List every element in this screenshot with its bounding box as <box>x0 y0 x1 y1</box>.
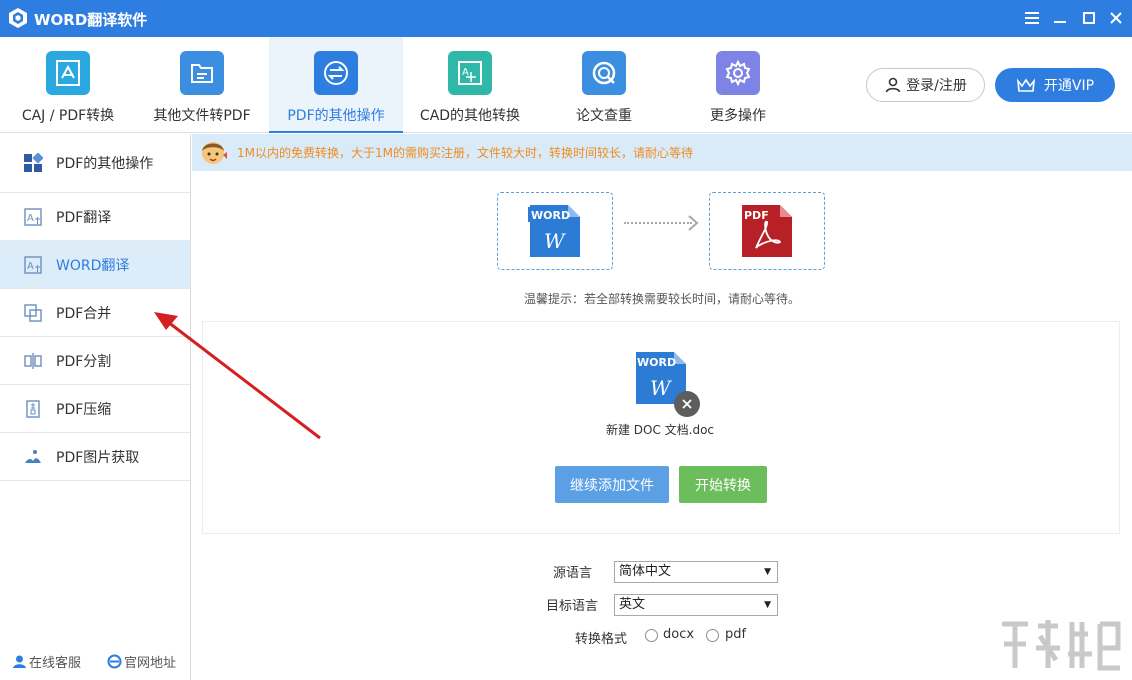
nav-label: CAD的其他转换 <box>403 105 537 125</box>
sidebar-item-label: PDF分割 <box>56 351 111 371</box>
nav-thesis-check[interactable]: 论文查重 <box>537 37 671 133</box>
nav-pdf-other[interactable]: PDF的其他操作 <box>269 37 403 133</box>
nav-label: CAJ / PDF转换 <box>1 105 135 125</box>
svg-text:A: A <box>27 261 34 272</box>
notice-text: 1M以内的免费转换，大于1M的需购买注册，文件较大时，转换时间较长，请耐心等待 <box>237 144 693 161</box>
format-label: 转换格式 <box>575 628 627 647</box>
pdf-file-icon: PDF <box>740 204 794 258</box>
maximize-icon <box>1083 12 1095 24</box>
tip-text: 温馨提示：若全部转换需要较长时间，请耐心等待。 <box>192 290 1132 307</box>
word-file-icon: WORD W <box>528 204 582 258</box>
sidebar-item-label: PDF图片获取 <box>56 447 139 467</box>
format-docx-radio[interactable] <box>645 629 658 642</box>
maximize-button[interactable] <box>1076 6 1102 30</box>
close-button[interactable] <box>1103 6 1129 30</box>
check-icon <box>582 51 626 95</box>
sidebar-item-pdf-translate[interactable]: A PDF翻译 <box>0 193 190 241</box>
official-site-label: 官网地址 <box>124 652 176 671</box>
sidebar-header-label: PDF的其他操作 <box>56 153 153 173</box>
svg-text:W: W <box>544 229 566 253</box>
notice-bar: 1M以内的免费转换，大于1M的需购买注册，文件较大时，转换时间较长，请耐心等待 <box>192 134 1132 171</box>
source-language-label: 源语言 <box>553 562 592 581</box>
nav-label: 更多操作 <box>671 105 805 125</box>
folder-icon <box>180 51 224 95</box>
customer-service-icon <box>12 654 27 669</box>
official-site-link[interactable]: 官网地址 <box>107 652 176 671</box>
svg-text:PDF: PDF <box>744 209 769 222</box>
cad-icon: A <box>448 51 492 95</box>
nav-caj-pdf[interactable]: CAJ / PDF转换 <box>1 37 135 133</box>
crown-icon <box>1016 77 1036 93</box>
nav-label: 其他文件转PDF <box>135 105 269 125</box>
nav-more[interactable]: 更多操作 <box>671 37 805 133</box>
translate-icon: A <box>22 206 44 228</box>
sidebar-item-label: PDF合并 <box>56 303 111 323</box>
sidebar-footer: 在线客服 官网地址 <box>0 652 190 674</box>
remove-file-button[interactable] <box>674 391 700 417</box>
vip-label: 开通VIP <box>1044 75 1094 95</box>
add-file-button[interactable]: 继续添加文件 <box>555 466 669 503</box>
source-language-select[interactable]: 简体中文 ▼ <box>614 561 778 583</box>
nav-cad[interactable]: A CAD的其他转换 <box>403 37 537 133</box>
format-pdf-label: pdf <box>725 627 746 642</box>
sidebar-header: PDF的其他操作 <box>0 134 190 193</box>
conversion-arrow <box>624 222 692 224</box>
arrow-right-icon <box>687 215 699 231</box>
caj-pdf-icon <box>46 51 90 95</box>
file-name: 新建 DOC 文档.doc <box>560 421 760 438</box>
user-icon <box>884 76 902 94</box>
image-extract-icon <box>22 446 44 468</box>
svg-text:WORD: WORD <box>637 356 676 369</box>
title-bar: WORD翻译软件 <box>0 0 1132 37</box>
format-docx-label: docx <box>663 627 694 642</box>
dropdown-arrow-icon: ▼ <box>764 562 771 582</box>
swap-icon <box>314 51 358 95</box>
minimize-button[interactable] <box>1047 6 1073 30</box>
sidebar-item-label: PDF压缩 <box>56 399 111 419</box>
annotation-arrow <box>150 308 330 448</box>
app-logo-icon <box>7 7 29 29</box>
sidebar-item-word-translate[interactable]: A WORD翻译 <box>0 241 190 289</box>
merge-icon <box>22 302 44 324</box>
dropdown-arrow-icon: ▼ <box>764 595 771 615</box>
target-language-value: 英文 <box>619 597 645 612</box>
sidebar-item-label: PDF翻译 <box>56 207 111 227</box>
online-service-label: 在线客服 <box>29 652 81 671</box>
translate-icon: A <box>22 254 44 276</box>
format-pdf-radio[interactable] <box>706 629 719 642</box>
target-language-select[interactable]: 英文 ▼ <box>614 594 778 616</box>
gear-icon <box>716 51 760 95</box>
vip-button[interactable]: 开通VIP <box>995 68 1115 102</box>
source-language-value: 简体中文 <box>619 564 671 579</box>
nav-label: 论文查重 <box>537 105 671 125</box>
menu-button[interactable] <box>1019 6 1045 30</box>
svg-text:WORD: WORD <box>531 209 570 222</box>
target-language-label: 目标语言 <box>546 595 598 614</box>
login-label: 登录/注册 <box>906 75 967 95</box>
login-button[interactable]: 登录/注册 <box>866 68 985 102</box>
start-convert-button[interactable]: 开始转换 <box>679 466 767 503</box>
mascot-icon <box>198 137 228 167</box>
nav-label: PDF的其他操作 <box>269 105 403 125</box>
grid-icon <box>22 152 44 174</box>
compress-icon <box>22 398 44 420</box>
source-format-box: WORD W <box>497 192 613 270</box>
nav-other-to-pdf[interactable]: 其他文件转PDF <box>135 37 269 133</box>
svg-text:W: W <box>650 376 672 400</box>
split-icon <box>22 350 44 372</box>
top-navigation: CAJ / PDF转换 其他文件转PDF PDF的其他操作 A CAD的其他转换… <box>0 37 1132 133</box>
menu-icon <box>1025 12 1039 24</box>
minimize-icon <box>1054 12 1066 24</box>
sidebar-item-label: WORD翻译 <box>56 255 129 275</box>
svg-text:A: A <box>27 213 34 224</box>
close-icon <box>1110 12 1122 24</box>
target-format-box: PDF <box>709 192 825 270</box>
close-icon <box>682 399 692 409</box>
browser-icon <box>107 654 122 669</box>
online-service-link[interactable]: 在线客服 <box>12 652 81 671</box>
watermark-logo <box>996 614 1126 674</box>
app-title: WORD翻译软件 <box>34 9 147 30</box>
